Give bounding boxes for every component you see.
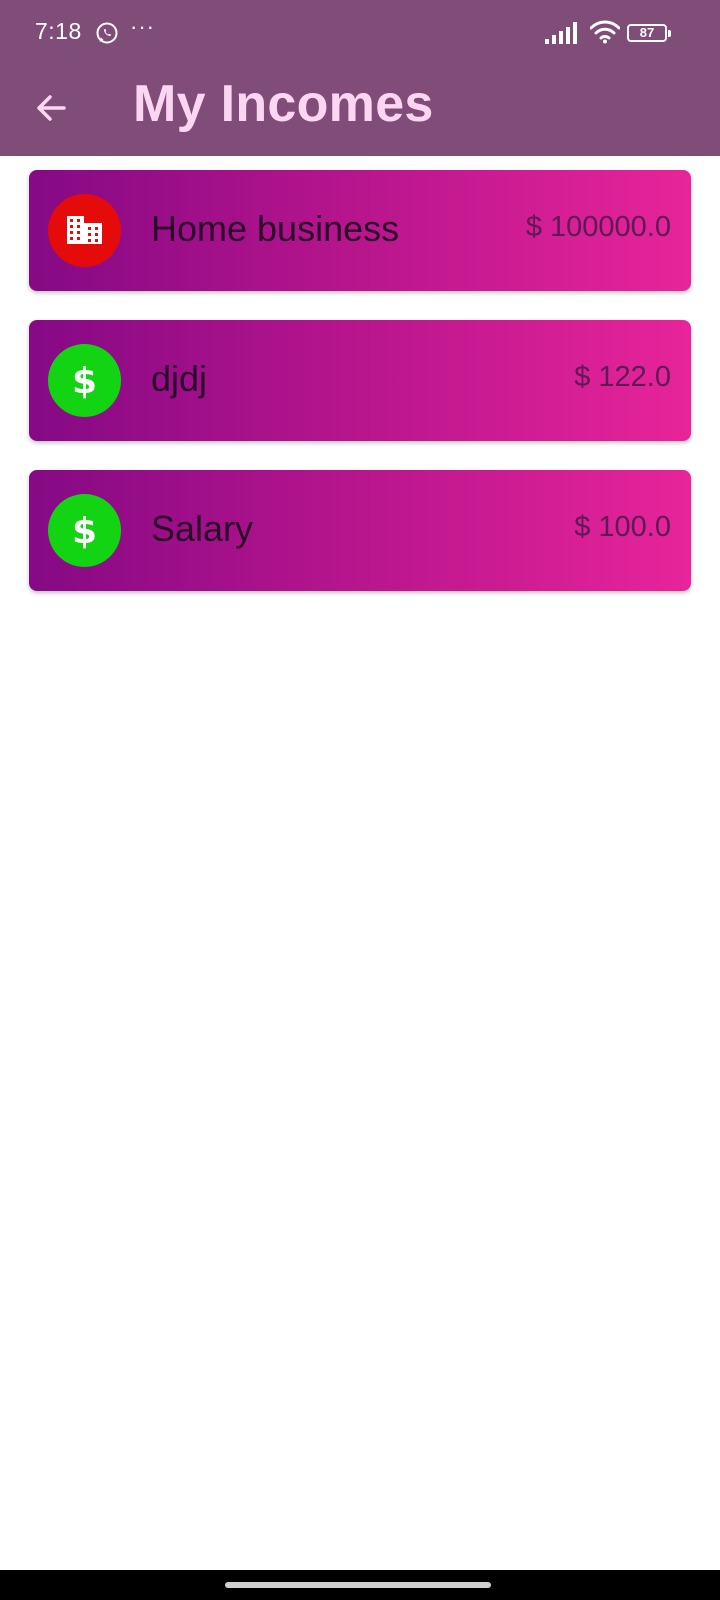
page-title: My Incomes (133, 75, 434, 133)
dollar-icon: $ (48, 344, 121, 417)
screen: 7:18 ··· 87 My Incomes Home business $ 1… (0, 0, 720, 1600)
signal-icon (545, 22, 579, 44)
back-button[interactable] (28, 84, 76, 132)
income-name: djdj (151, 358, 208, 399)
wifi-icon (589, 20, 621, 44)
battery-level: 87 (627, 24, 667, 42)
income-item-djdj[interactable]: $ djdj $ 122.0 (29, 320, 691, 441)
building-icon (48, 194, 121, 267)
status-time: 7:18 (35, 18, 82, 44)
battery-cap (668, 30, 671, 37)
income-name: Home business (151, 208, 400, 249)
income-amount: $ 100.0 (574, 511, 671, 543)
income-item-salary[interactable]: $ Salary $ 100.0 (29, 470, 691, 591)
svg-text:$: $ (72, 511, 97, 552)
income-item-home-business[interactable]: Home business $ 100000.0 (29, 170, 691, 291)
income-amount: $ 122.0 (574, 361, 671, 393)
navigation-bar (0, 1570, 720, 1600)
income-list: Home business $ 100000.0 $ djdj $ 122.0 … (29, 170, 691, 620)
app-bar: My Incomes (0, 66, 720, 156)
whatsapp-icon (95, 21, 119, 45)
svg-text:$: $ (72, 361, 97, 402)
income-name: Salary (151, 508, 254, 549)
battery-icon: 87 (627, 22, 673, 44)
more-notifications-icon: ··· (130, 14, 155, 39)
status-bar: 7:18 ··· 87 (0, 0, 720, 66)
home-gesture-handle[interactable] (225, 1582, 491, 1588)
income-amount: $ 100000.0 (525, 211, 671, 243)
arrow-left-icon (37, 95, 66, 121)
dollar-icon: $ (48, 494, 121, 567)
